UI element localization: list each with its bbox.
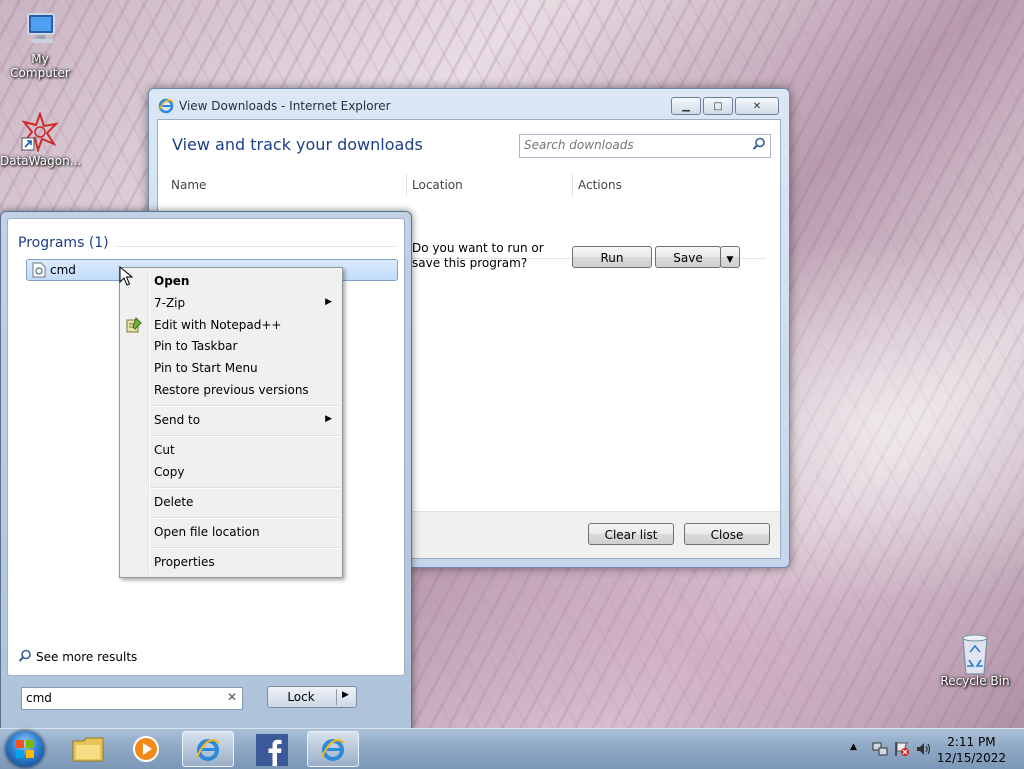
menu-item-delete[interactable]: Delete — [154, 495, 193, 509]
internet-explorer-icon — [195, 737, 221, 766]
volume-icon[interactable] — [916, 741, 932, 760]
system-tray: ▲ 2:11 PM 12/15/2022 — [834, 729, 1024, 769]
windows-logo-icon — [16, 740, 34, 761]
lock-label: Lock — [287, 690, 315, 704]
run-button[interactable]: Run — [572, 246, 652, 268]
clear-search-icon[interactable]: ✕ — [227, 690, 237, 704]
programs-header: Programs (1) — [18, 235, 109, 251]
taskbar-internet-explorer[interactable] — [182, 731, 234, 767]
maximize-icon: □ — [713, 100, 723, 112]
save-options-dropdown[interactable]: ▼ — [720, 246, 740, 268]
column-header-actions[interactable]: Actions — [578, 178, 622, 192]
datawagon-logo-icon — [20, 110, 60, 154]
desktop-icon-recycle-bin[interactable]: Recycle Bin — [935, 632, 1015, 688]
page-title: View and track your downloads — [172, 135, 423, 154]
menu-item-restore-previous-versions[interactable]: Restore previous versions — [154, 383, 309, 397]
internet-explorer-icon — [320, 737, 346, 766]
column-header-location[interactable]: Location — [412, 178, 463, 192]
close-icon: ✕ — [752, 100, 762, 112]
minimize-icon: ▁ — [682, 100, 690, 112]
taskbar: ▲ 2:11 PM 12/15/2022 — [0, 728, 1024, 769]
desktop-icon-datawagon[interactable]: DataWagon... — [0, 110, 82, 168]
see-more-results-label: See more results — [36, 650, 138, 664]
menu-item-pin-to-taskbar[interactable]: Pin to Taskbar — [154, 339, 237, 353]
search-downloads-input[interactable] — [520, 135, 743, 155]
desktop-icon-label: My Computer — [10, 52, 70, 80]
facebook-icon — [256, 734, 288, 769]
minimize-button[interactable]: ▁ — [671, 97, 701, 115]
see-more-results-link[interactable]: See more results — [18, 649, 137, 666]
close-window-button[interactable]: ✕ — [735, 97, 779, 115]
mouse-cursor-icon — [119, 265, 134, 289]
column-header-name[interactable]: Name — [171, 178, 206, 192]
search-downloads-box[interactable] — [519, 134, 771, 158]
menu-item-open[interactable]: Open — [154, 274, 189, 288]
clock-time: 2:11 PM — [947, 735, 996, 749]
computer-icon — [20, 10, 60, 50]
clock-date: 12/15/2022 — [936, 751, 1006, 765]
taskbar-windows-explorer[interactable] — [62, 731, 114, 767]
start-button[interactable] — [6, 731, 44, 767]
start-search-box[interactable]: ✕ — [21, 687, 243, 710]
action-center-flag-icon[interactable] — [894, 741, 910, 760]
menu-item-edit-with-notepad[interactable]: Edit with Notepad++ — [154, 318, 281, 332]
context-menu: Open 7-Zip ▶ Edit with Notepad++ Pin to … — [119, 267, 343, 578]
internet-explorer-icon — [158, 98, 174, 114]
cmd-program-icon — [32, 262, 46, 281]
menu-item-pin-to-start-menu[interactable]: Pin to Start Menu — [154, 361, 258, 375]
clock[interactable]: 2:11 PM 12/15/2022 — [937, 734, 1006, 766]
desktop-icon-my-computer[interactable]: My Computer — [0, 10, 80, 80]
desktop-icon-label: DataWagon... — [0, 154, 82, 168]
search-result-label: cmd — [50, 263, 76, 277]
search-icon[interactable] — [752, 137, 766, 154]
download-prompt: Do you want to run or save this program? — [412, 241, 544, 270]
close-button[interactable]: Close — [684, 523, 770, 545]
network-icon[interactable] — [872, 741, 888, 760]
menu-item-properties[interactable]: Properties — [154, 555, 215, 569]
clear-list-button[interactable]: Clear list — [588, 523, 674, 545]
maximize-button[interactable]: □ — [703, 97, 733, 115]
submenu-arrow-icon: ▶ — [325, 414, 332, 424]
menu-item-send-to[interactable]: Send to — [154, 413, 200, 427]
taskbar-facebook[interactable] — [246, 731, 298, 767]
menu-item-cut[interactable]: Cut — [154, 443, 175, 457]
taskbar-media-player[interactable] — [120, 731, 172, 767]
submenu-arrow-icon: ▶ — [325, 297, 332, 307]
recycle-bin-icon — [955, 632, 995, 675]
menu-item-open-file-location[interactable]: Open file location — [154, 525, 260, 539]
start-search-input[interactable] — [22, 688, 220, 707]
search-icon — [18, 649, 32, 666]
save-button[interactable]: Save — [655, 246, 721, 268]
menu-item-7zip[interactable]: 7-Zip — [154, 296, 185, 310]
menu-item-copy[interactable]: Copy — [154, 465, 184, 479]
folder-icon — [72, 735, 104, 766]
dropdown-arrow-icon: ▼ — [726, 255, 734, 265]
taskbar-internet-explorer-2[interactable] — [307, 731, 359, 767]
window-title: View Downloads - Internet Explorer — [179, 99, 391, 113]
media-player-icon — [132, 735, 160, 766]
show-hidden-icons-arrow[interactable]: ▲ — [850, 742, 857, 752]
lock-options-arrow-icon[interactable]: ▶ — [342, 690, 349, 700]
notepad-plus-plus-icon — [126, 317, 142, 336]
lock-button[interactable]: Lock ▶ — [267, 686, 357, 708]
